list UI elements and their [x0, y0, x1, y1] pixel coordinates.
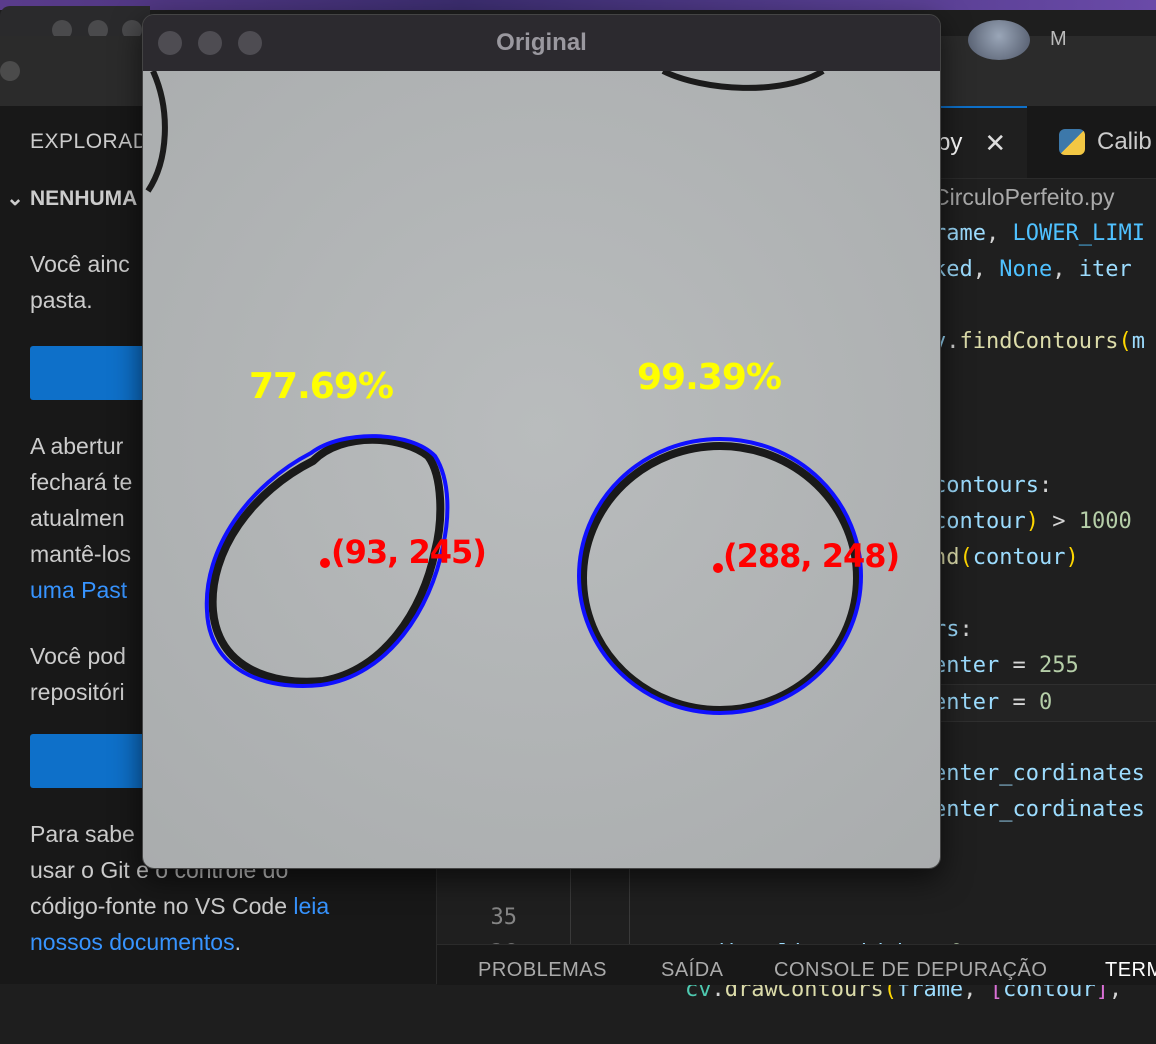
center-point-2: [713, 563, 723, 573]
text-line: nossos documentos.: [30, 924, 410, 960]
text-span: .: [234, 929, 241, 955]
tab-problems[interactable]: PROBLEMAS: [478, 959, 607, 982]
avatar[interactable]: [968, 20, 1030, 60]
explorer-section-header[interactable]: ⌄ NENHUMA: [0, 186, 137, 211]
tab-output[interactable]: SAÍDA: [661, 959, 724, 982]
tab-terminal[interactable]: TERM: [1105, 959, 1156, 982]
opencv-window-title: Original: [496, 29, 587, 56]
camera-frame: 77.69% 99.39% (93, 245) (288, 248): [143, 68, 940, 868]
bottom-panel-tabs: PROBLEMAS SAÍDA CONSOLE DE DEPURAÇÃO TER…: [437, 944, 1156, 985]
center-coordinate-label-2: (288, 248): [723, 537, 900, 575]
circularity-label-2: 99.39%: [637, 357, 782, 398]
docs-link[interactable]: nossos documentos: [30, 929, 235, 955]
explorer-title: EXPLORAD: [30, 130, 149, 153]
chevron-down-icon: ⌄: [6, 187, 24, 210]
camera-frame-drawing: [143, 68, 940, 868]
background-window: [0, 6, 150, 40]
center-point-1: [320, 558, 330, 568]
section-label: NENHUMA: [30, 187, 138, 210]
opencv-titlebar: Original: [143, 15, 940, 71]
circularity-label-1: 77.69%: [249, 366, 394, 407]
opencv-window: Original 77.69% 99.39% (93, 245) (288, 2…: [142, 14, 941, 869]
code-line: 36 cv.drawContours(frame, [contour],: [437, 900, 1156, 1002]
center-coordinate-label-1: (93, 245): [331, 533, 487, 571]
window-control-dot[interactable]: [0, 61, 20, 81]
python-icon: [1059, 129, 1085, 155]
tab-label: Calib: [1097, 128, 1152, 155]
tab-debug-console[interactable]: CONSOLE DE DEPURAÇÃO: [774, 959, 1047, 982]
close-icon[interactable]: ✕: [984, 128, 1006, 159]
tab-calib[interactable]: Calib: [1059, 106, 1156, 178]
code-line: 35 medium_line_width = 0: [437, 864, 1156, 966]
desktop-bar: [0, 0, 1156, 10]
text-line: código-fonte no VS Code leia: [30, 888, 410, 924]
docs-link[interactable]: leia: [293, 893, 329, 919]
text-span: código-fonte no VS Code: [30, 893, 294, 919]
paper-background: [143, 71, 940, 868]
account-name: M: [1050, 28, 1067, 50]
gutter-divider: [629, 868, 630, 948]
gutter-divider: [570, 868, 571, 948]
